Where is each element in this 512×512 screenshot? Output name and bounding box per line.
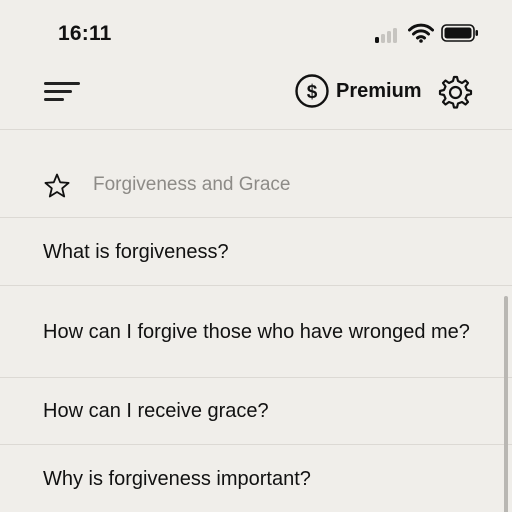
- wifi-icon: [408, 23, 434, 43]
- list-item[interactable]: How can I forgive those who have wronged…: [0, 286, 512, 378]
- question-list: What is forgiveness? How can I forgive t…: [0, 218, 512, 512]
- svg-text:$: $: [307, 82, 318, 103]
- section-title: Forgiveness and Grace: [93, 174, 291, 195]
- cellular-signal-icon: [375, 25, 401, 43]
- star-outline-icon[interactable]: [43, 172, 71, 200]
- battery-icon: [441, 24, 478, 42]
- gear-icon: [438, 75, 473, 109]
- settings-button[interactable]: [434, 72, 474, 112]
- premium-label: Premium: [336, 79, 422, 102]
- screen: 16:11 $ Premium Forgiveness and Grace Wh…: [0, 0, 512, 512]
- status-time: 16:11: [58, 22, 112, 45]
- question-text: How can I forgive those who have wronged…: [43, 320, 470, 343]
- section-header[interactable]: Forgiveness and Grace: [0, 152, 512, 218]
- list-item[interactable]: Why is forgiveness important?: [0, 445, 512, 512]
- question-text: What is forgiveness?: [43, 240, 229, 263]
- list-item[interactable]: How can I receive grace?: [0, 378, 512, 445]
- question-text: How can I receive grace?: [43, 400, 269, 422]
- premium-button[interactable]: $ Premium: [294, 73, 422, 109]
- list-item[interactable]: What is forgiveness?: [0, 218, 512, 286]
- dollar-circle-icon: $: [295, 74, 329, 108]
- scrollbar[interactable]: [504, 296, 508, 512]
- top-bar: $ Premium: [0, 64, 512, 130]
- hamburger-menu-icon: [44, 82, 80, 85]
- menu-button[interactable]: [40, 76, 82, 106]
- question-text: Why is forgiveness important?: [43, 467, 311, 490]
- status-bar: 16:11: [0, 0, 512, 64]
